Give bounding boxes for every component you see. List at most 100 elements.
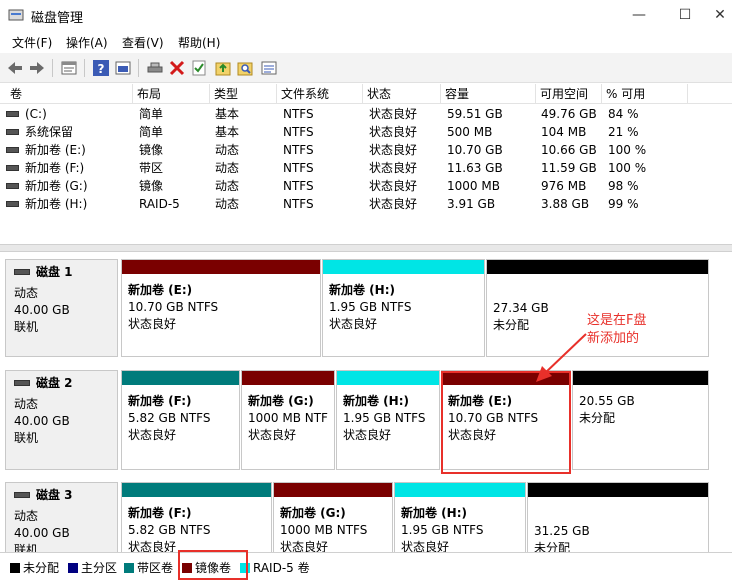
partition-size: 1000 MB NTFS [280,523,368,537]
back-icon[interactable] [6,59,24,77]
annotation-line-2: 新添加的 [587,331,640,346]
column-header-filesystem[interactable]: 文件系统 [277,84,363,104]
partition-name: 新加卷 (H:) [343,394,409,408]
minimize-button[interactable]: — [616,0,662,30]
svg-text:?: ? [98,62,105,76]
menu-help[interactable]: 帮助(H) [178,34,220,51]
table-cell: 状态良好 [369,161,418,175]
partition-band [337,371,439,385]
table-cell: 镜像 [139,179,164,193]
forward-icon[interactable] [28,59,46,77]
table-row[interactable]: 新加卷 (F:) 带区 动态 NTFS 状态良好 11.63 GB 11.59 GB 100 … [0,159,732,177]
table-cell: NTFS [283,179,314,193]
legend-swatch [124,563,134,573]
partition-disk2-g[interactable]: 新加卷 (G:) 1000 MB NTF 状态良好 [241,370,335,470]
partition-band [573,371,708,385]
volume-list: 卷 布局 类型 文件系统 状态 容量 可用空间 % 可用 (C:) 简单 基本 NTF… [0,84,732,244]
table-cell: 动态 [215,179,240,193]
help-icon[interactable]: ? [92,59,110,77]
partition-band [122,260,320,274]
pane-splitter[interactable] [0,244,732,252]
console-icon[interactable] [114,59,132,77]
menu-view[interactable]: 查看(V) [122,34,164,51]
table-cell: 新加卷 (G:) [6,177,88,195]
column-header-percent-free[interactable]: % 可用 [602,84,688,104]
table-row[interactable]: 系统保留 简单 基本 NTFS 状态良好 500 MB 104 MB 21 % [0,123,732,141]
table-row[interactable]: 新加卷 (E:) 镜像 动态 NTFS 状态良好 10.70 GB 10.66 GB 100 … [0,141,732,159]
partition-disk1-h[interactable]: 新加卷 (H:) 1.95 GB NTFS 状态良好 [322,259,485,357]
partition-name: 新加卷 (H:) [329,283,395,297]
partition-disk3-g[interactable]: 新加卷 (G:) 1000 MB NTFS 状态良好 [273,482,393,552]
table-cell: 100 % [608,161,647,175]
legend-item-unallocated: 未分配 [10,559,59,576]
partition-disk3-h[interactable]: 新加卷 (H:) 1.95 GB NTFS 状态良好 [394,482,526,552]
partition-name: 新加卷 (F:) [128,506,192,520]
properties-icon[interactable] [60,59,78,77]
disk-2-info[interactable]: 磁盘 2 动态 40.00 GB 联机 [5,370,118,470]
disk-3-info[interactable]: 磁盘 3 动态 40.00 GB 联机 [5,482,118,552]
disk-icon [14,268,30,275]
table-cell: 3.88 GB [541,197,590,211]
disk-3-name: 磁盘 3 [36,488,73,502]
partition-disk3-unallocated[interactable]: 31.25 GB 未分配 [527,482,709,552]
partition-disk2-unallocated[interactable]: 20.55 GB 未分配 [572,370,709,470]
table-cell: 21 % [608,125,639,139]
table-cell: NTFS [283,161,314,175]
drive-icon [6,164,19,171]
table-cell: 状态良好 [369,143,418,157]
partition-band [528,483,708,497]
table-cell: NTFS [283,143,314,157]
partition-band [395,483,525,497]
table-cell: 49.76 GB [541,107,597,121]
table-cell: 976 MB [541,179,587,193]
connect-icon[interactable] [146,59,164,77]
partition-disk2-f[interactable]: 新加卷 (F:) 5.82 GB NTFS 状态良好 [121,370,240,470]
disk-3-size: 40.00 GB [14,526,70,540]
partition-band [323,260,484,274]
menu-action[interactable]: 操作(A) [66,34,108,51]
check-icon[interactable] [190,59,208,77]
partition-status: 状态良好 [343,428,392,442]
table-cell: 59.51 GB [447,107,503,121]
maximize-button[interactable]: ☐ [662,0,708,30]
table-row[interactable]: 新加卷 (G:) 镜像 动态 NTFS 状态良好 1000 MB 976 MB 98 % [0,177,732,195]
partition-status: 状态良好 [128,317,177,331]
table-cell: 带区 [139,161,164,175]
window-title: 磁盘管理 [31,11,84,26]
disk-1-info[interactable]: 磁盘 1 动态 40.00 GB 联机 [5,259,118,357]
close-button[interactable]: ✕ [708,0,732,30]
annotation-arrow-icon [536,333,587,382]
column-header-free-space[interactable]: 可用空间 [536,84,602,104]
partition-disk2-h[interactable]: 新加卷 (H:) 1.95 GB NTFS 状态良好 [336,370,440,470]
legend-swatch [10,563,20,573]
list-icon[interactable] [260,59,278,77]
column-header-volume[interactable]: 卷 [6,84,133,104]
column-header-capacity[interactable]: 容量 [441,84,536,104]
legend-item-striped: 带区卷 [124,559,173,576]
table-row[interactable]: 新加卷 (H:) RAID-5 动态 NTFS 状态良好 3.91 GB 3.88 GB 99… [0,195,732,213]
table-cell: 10.66 GB [541,143,597,157]
partition-disk1-e[interactable]: 新加卷 (E:) 10.70 GB NTFS 状态良好 [121,259,321,357]
partition-disk3-f[interactable]: 新加卷 (F:) 5.82 GB NTFS 状态良好 [121,482,272,552]
import-icon[interactable] [214,59,232,77]
partition-size: 1.95 GB NTFS [401,523,484,537]
table-row[interactable]: (C:) 简单 基本 NTFS 状态良好 59.51 GB 49.76 GB 84 % [0,105,732,123]
menu-file[interactable]: 文件(F) [12,34,52,51]
column-header-type[interactable]: 类型 [210,84,277,104]
partition-band [122,483,271,497]
partition-band [487,260,708,274]
table-cell: 镜像 [139,143,164,157]
partition-status: 未分配 [534,541,571,552]
search-icon[interactable] [236,59,254,77]
table-cell: 104 MB [541,125,587,139]
delete-icon[interactable] [168,59,186,77]
partition-size: 31.25 GB [534,524,590,538]
table-cell: 11.59 GB [541,161,597,175]
table-cell: 99 % [608,197,639,211]
column-header-layout[interactable]: 布局 [133,84,210,104]
table-cell: 11.63 GB [447,161,503,175]
disk-3-status: 联机 [14,543,39,552]
table-cell: 基本 [215,107,240,121]
table-cell: 状态良好 [369,107,418,121]
column-header-status[interactable]: 状态 [363,84,441,104]
